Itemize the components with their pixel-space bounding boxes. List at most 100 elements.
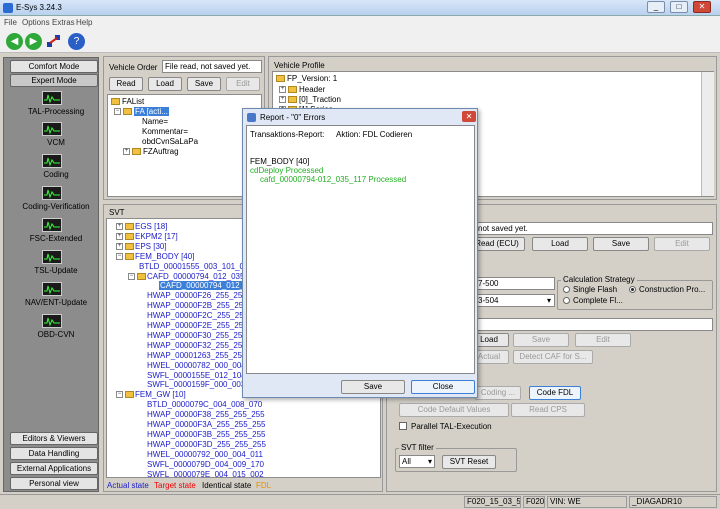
editors-viewers-button[interactable]: Editors & Viewers bbox=[10, 432, 98, 445]
dialog-close-button[interactable]: Close bbox=[411, 380, 475, 394]
scrollbar[interactable] bbox=[701, 72, 714, 196]
dialog-close-icon[interactable]: ✕ bbox=[462, 111, 476, 122]
edit-svt-button[interactable]: Edit bbox=[654, 237, 710, 251]
coding-button[interactable]: Coding ... bbox=[475, 386, 521, 400]
expand-icon[interactable]: + bbox=[279, 96, 286, 103]
single-flash-radio[interactable] bbox=[563, 286, 570, 293]
read-button[interactable]: Read bbox=[109, 77, 143, 91]
svt-unit-node[interactable]: HWAP_00000F26_255_255_2 bbox=[147, 291, 256, 300]
svt-unit-node[interactable]: SWFL_0000079E_004_015_002 bbox=[147, 470, 264, 478]
svt-unit-node[interactable]: BTLD_00001555_003_101_01 bbox=[139, 262, 248, 271]
edit-tal-button[interactable]: Edit bbox=[575, 333, 631, 347]
svt-unit-node[interactable]: HWAP_00000F38_255_255_255 bbox=[147, 410, 265, 419]
tree-node[interactable]: [0]_Traction bbox=[299, 95, 341, 104]
load-svt-button[interactable]: Load bbox=[532, 237, 588, 251]
menu-extras[interactable]: Extras bbox=[52, 18, 75, 27]
svt-unit-node[interactable]: HWEL_00000792_000_004_011 bbox=[147, 450, 263, 459]
expand-icon[interactable]: + bbox=[123, 148, 130, 155]
tree-node[interactable]: Name= bbox=[142, 117, 168, 126]
istufe-field[interactable]: 7-500 bbox=[475, 277, 555, 290]
coding-verification-icon[interactable] bbox=[42, 186, 62, 200]
read-cps-button[interactable]: Read CPS bbox=[511, 403, 585, 417]
tree-node[interactable]: FZAuftrag bbox=[143, 147, 179, 156]
personal-view-button[interactable]: Personal view bbox=[10, 477, 98, 490]
tal-field[interactable] bbox=[475, 318, 713, 331]
edit-button[interactable]: Edit bbox=[226, 77, 260, 91]
obd-cvn-icon[interactable] bbox=[42, 314, 62, 328]
coding-icon[interactable] bbox=[42, 154, 62, 168]
expert-mode-button[interactable]: Expert Mode bbox=[10, 74, 98, 87]
expand-icon[interactable]: + bbox=[116, 223, 123, 230]
svt-unit-node[interactable]: HWAP_00000F2C_255_255_2 bbox=[147, 311, 257, 320]
sidebar-item-tsl-update[interactable]: TSL-Update bbox=[4, 266, 108, 275]
sidebar-item-vcm[interactable]: VCM bbox=[4, 138, 108, 147]
svt-unit-node[interactable]: HWAP_00000F2E_255_255_2 bbox=[147, 321, 257, 330]
tree-node[interactable]: FAList bbox=[122, 97, 144, 106]
close-window-button[interactable]: ✕ bbox=[693, 1, 711, 13]
code-default-values-button[interactable]: Code Default Values bbox=[399, 403, 509, 417]
svt-ecu-node[interactable]: EGS [18] bbox=[135, 222, 167, 231]
tree-node[interactable]: obdCvnSaLaPa bbox=[142, 137, 198, 146]
comfort-mode-button[interactable]: Comfort Mode bbox=[10, 60, 98, 73]
network-icon[interactable] bbox=[46, 33, 62, 49]
svt-reset-button[interactable]: SVT Reset bbox=[442, 455, 496, 469]
parallel-tal-checkbox[interactable] bbox=[399, 422, 407, 430]
external-applications-button[interactable]: External Applications bbox=[10, 462, 98, 475]
nav-ent-update-icon[interactable] bbox=[42, 282, 62, 296]
detect-caf-button[interactable]: Detect CAF for S... bbox=[513, 350, 593, 364]
svt-unit-node[interactable]: HWAP_00000F2B_255_255_2 bbox=[147, 301, 257, 310]
svt-unit-node[interactable]: HWAP_00000F3B_255_255_255 bbox=[147, 430, 265, 439]
expand-icon[interactable]: + bbox=[116, 232, 123, 240]
minimize-button[interactable]: _ bbox=[647, 1, 665, 13]
menu-options[interactable]: Options bbox=[22, 18, 50, 27]
tree-node[interactable]: Header bbox=[299, 85, 325, 94]
forward-icon[interactable]: ▶ bbox=[25, 33, 42, 50]
svt-unit-node[interactable]: HWAP_00000F3A_255_255_255 bbox=[147, 420, 265, 429]
save-tal-button[interactable]: Save bbox=[513, 333, 569, 347]
sidebar-item-coding[interactable]: Coding bbox=[4, 170, 108, 179]
svt-unit-node[interactable]: CAFD_00000794_012_035_11 bbox=[147, 272, 257, 281]
sidebar-item-tal-processing[interactable]: TAL-Processing bbox=[4, 107, 108, 116]
svt-unit-node[interactable]: HWAP_00000F30_255_255_2 bbox=[147, 331, 256, 340]
svt-unit-node[interactable]: BTLD_0000079C_004_008_070 bbox=[147, 400, 262, 409]
load-button[interactable]: Load bbox=[148, 77, 182, 91]
collapse-icon[interactable]: − bbox=[128, 272, 135, 280]
svt-unit-node[interactable]: HWAP_00000F3D_255_255_255 bbox=[147, 440, 266, 449]
dialog-save-button[interactable]: Save bbox=[341, 380, 405, 394]
svt-ecu-node[interactable]: FEM_GW [10] bbox=[135, 390, 186, 399]
chevron-down-icon[interactable]: ▾ bbox=[428, 457, 432, 466]
sidebar-item-coding-verification[interactable]: Coding-Verification bbox=[4, 202, 108, 211]
collapse-icon[interactable]: − bbox=[114, 108, 121, 115]
complete-flash-radio[interactable] bbox=[563, 297, 570, 304]
tal-processing-icon[interactable] bbox=[42, 91, 62, 105]
svt-unit-node[interactable]: SWFL_0000155E_012_104_0 bbox=[147, 371, 255, 380]
svt-unit-node[interactable]: HWAP_00001263_255_255_2 bbox=[147, 351, 255, 360]
svt-unit-node[interactable]: SWFL_0000079D_004_009_170 bbox=[147, 460, 264, 469]
expand-icon[interactable]: + bbox=[116, 242, 123, 250]
collapse-icon[interactable]: − bbox=[116, 391, 123, 399]
help-icon[interactable]: ? bbox=[68, 33, 85, 50]
tree-node[interactable]: FP_Version: 1 bbox=[287, 74, 337, 83]
collapse-icon[interactable]: − bbox=[116, 252, 123, 260]
chevron-down-icon[interactable]: ▾ bbox=[547, 296, 551, 305]
sidebar-item-fsc-extended[interactable]: FSC-Extended bbox=[4, 234, 108, 243]
vcm-icon[interactable] bbox=[42, 122, 62, 136]
svt-unit-node[interactable]: HWAP_00000F32_255_255_2 bbox=[147, 341, 256, 350]
expand-icon[interactable]: + bbox=[279, 86, 286, 93]
save-svt-button[interactable]: Save bbox=[593, 237, 649, 251]
svt-ecu-node[interactable]: FEM_BODY [40] bbox=[135, 252, 194, 261]
back-icon[interactable]: ◀ bbox=[6, 33, 23, 50]
svt-ecu-node[interactable]: EPS [30] bbox=[135, 242, 167, 251]
menu-file[interactable]: File bbox=[4, 18, 17, 27]
menu-help[interactable]: Help bbox=[76, 18, 92, 27]
sidebar-item-obd-cvn[interactable]: OBD-CVN bbox=[4, 330, 108, 339]
save-button[interactable]: Save bbox=[187, 77, 221, 91]
code-fdl-button[interactable]: Code FDL bbox=[529, 386, 581, 400]
fsc-extended-icon[interactable] bbox=[42, 218, 62, 232]
svt-ecu-node[interactable]: EKPM2 [17] bbox=[135, 232, 178, 241]
data-handling-button[interactable]: Data Handling bbox=[10, 447, 98, 460]
tree-node[interactable]: Kommentar= bbox=[142, 127, 188, 136]
maximize-button[interactable]: □ bbox=[670, 1, 688, 13]
tree-node-selected[interactable]: FA [acti... bbox=[134, 107, 169, 116]
construction-radio[interactable] bbox=[629, 286, 636, 293]
